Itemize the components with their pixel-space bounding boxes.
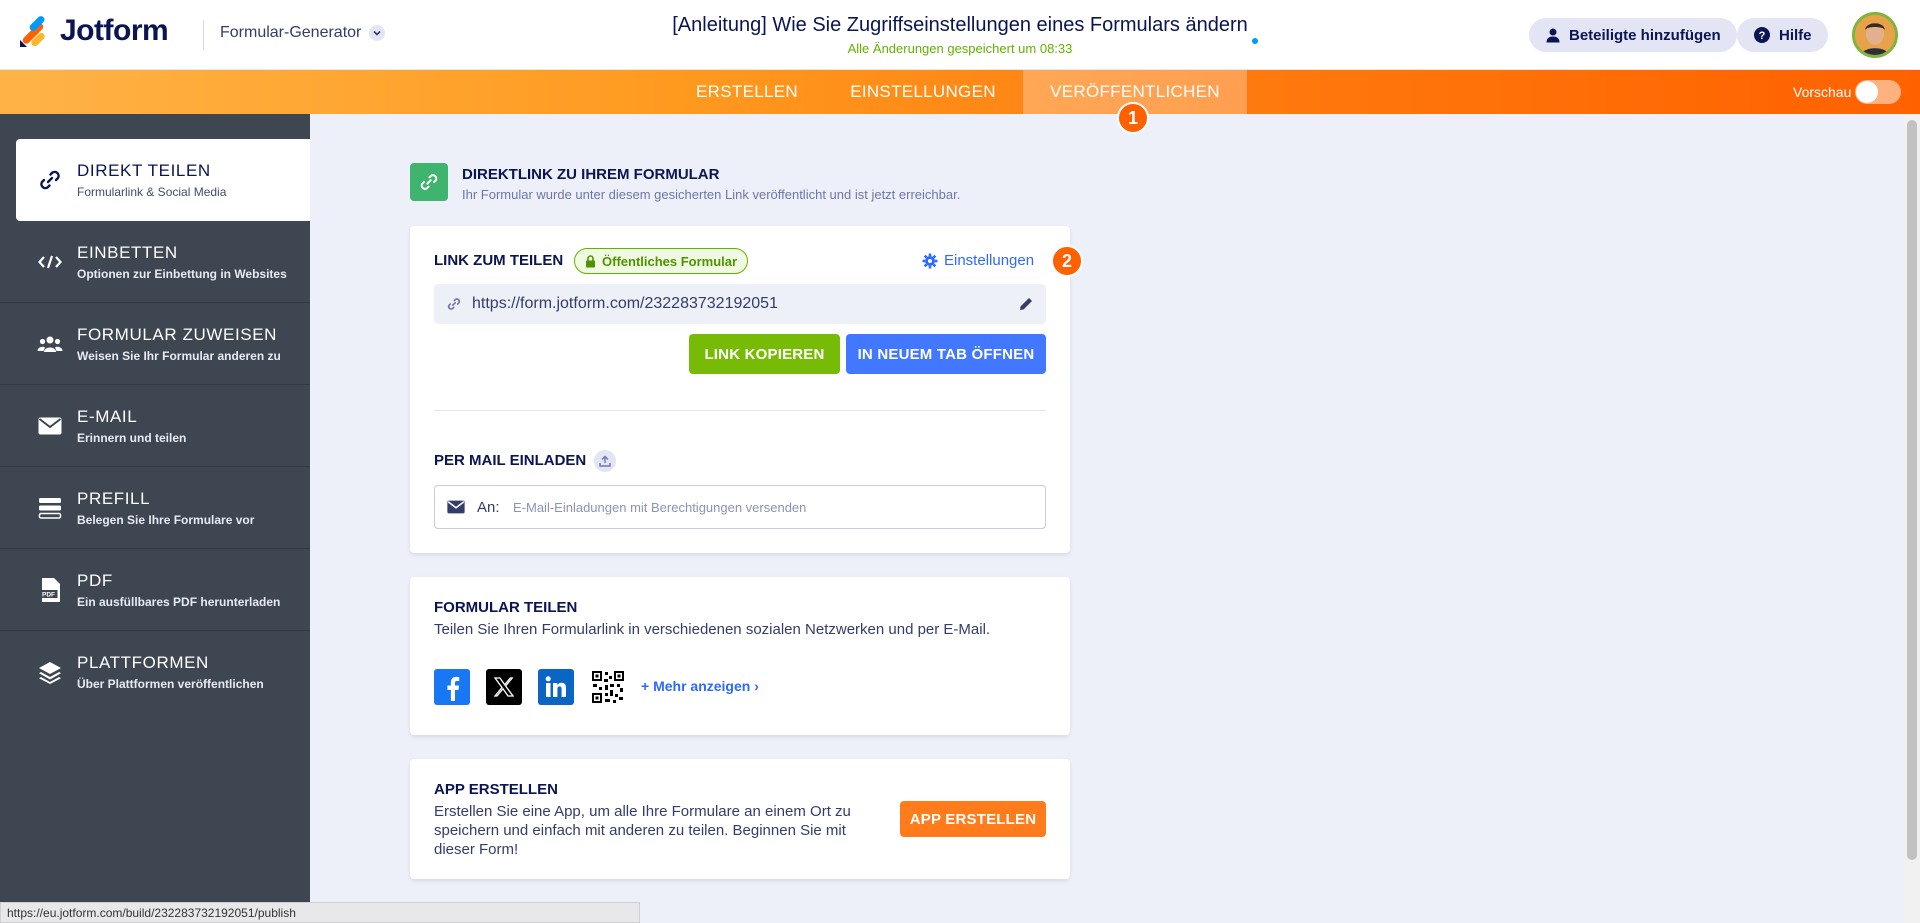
- form-title-area: [Anleitung] Wie Sie Zugriffseinstellunge…: [560, 14, 1360, 56]
- step-badge-2: 2: [1051, 245, 1083, 277]
- share-link-card: LINK ZUM TEILEN Öffentliches Formular Ei…: [410, 226, 1070, 553]
- svg-text:?: ?: [1759, 30, 1766, 42]
- unread-dot: [1252, 38, 1258, 44]
- pdf-icon: PDF: [36, 577, 64, 603]
- mail-to-label: An:: [477, 499, 500, 516]
- sidebar-item-direkt-teilen[interactable]: DIREKT TEILEN Formularlink & Social Medi…: [16, 139, 310, 221]
- link-icon: [36, 167, 64, 193]
- sidebar-item-subtitle: Formularlink & Social Media: [77, 185, 227, 199]
- sidebar-item-title: PDF: [77, 571, 113, 590]
- chevron-down-icon: [369, 25, 386, 41]
- tab-erstellen[interactable]: ERSTELLEN: [677, 70, 817, 114]
- sidebar-item-subtitle: Über Plattformen veröffentlichen: [77, 677, 264, 691]
- envelope-icon: [447, 500, 465, 514]
- save-status: Alle Änderungen gespeichert um 08:33: [847, 41, 1073, 56]
- user-icon: [1546, 28, 1560, 43]
- sidebar-item-title: PREFILL: [77, 489, 151, 508]
- create-app-title: APP ERSTELLEN: [434, 781, 558, 798]
- sidebar-item-pdf[interactable]: PDF PDF Ein ausfüllbares PDF herunterlad…: [0, 549, 310, 631]
- browser-status-url: https://eu.jotform.com/build/23228373219…: [0, 902, 640, 923]
- sidebar-item-subtitle: Erinnern und teilen: [77, 431, 187, 445]
- settings-label: Einstellungen: [944, 252, 1035, 269]
- settings-link[interactable]: Einstellungen: [922, 252, 1034, 269]
- create-app-description: Erstellen Sie eine App, um alle Ihre For…: [434, 803, 851, 858]
- gear-icon: [922, 253, 938, 268]
- lock-icon: [586, 254, 595, 267]
- envelope-icon: [36, 413, 64, 439]
- sidebar-item-prefill[interactable]: PREFILL Belegen Sie Ihre Formulare vor: [0, 467, 310, 549]
- preview-toggle[interactable]: [1855, 80, 1901, 104]
- svg-text:PDF: PDF: [42, 592, 55, 599]
- share-link-title: LINK ZUM TEILEN: [434, 252, 564, 269]
- create-app-card: APP ERSTELLEN Erstellen Sie eine App, um…: [410, 759, 1070, 879]
- mail-invite-placeholder: E-Mail-Einladungen mit Berechtigungen ve…: [513, 500, 807, 515]
- form-url-field[interactable]: https://form.jotform.com/232283732192051: [434, 284, 1046, 324]
- scrollbar-thumb[interactable]: [1907, 120, 1917, 860]
- mail-invite-field[interactable]: An: E-Mail-Einladungen mit Berechtigunge…: [434, 485, 1046, 529]
- form-url-text: https://form.jotform.com/232283732192051: [472, 295, 778, 312]
- form-title[interactable]: [Anleitung] Wie Sie Zugriffseinstellunge…: [560, 14, 1360, 37]
- sidebar-item-einbetten[interactable]: EINBETTEN Optionen zur Einbettung in Web…: [0, 221, 310, 303]
- copy-link-button[interactable]: LINK KOPIEREN: [689, 334, 840, 374]
- sidebar-item-title: EINBETTEN: [77, 243, 178, 262]
- sidebar: DIREKT TEILEN Formularlink & Social Medi…: [0, 114, 310, 923]
- link-icon: [447, 298, 461, 310]
- show-more-link[interactable]: + Mehr anzeigen ›: [641, 678, 759, 694]
- direct-link-subtitle: Ihr Formular wurde unter diesem gesicher…: [462, 187, 961, 202]
- form-generator-dropdown[interactable]: Formular-Generator: [220, 24, 386, 42]
- prefill-icon: [36, 495, 64, 521]
- upload-icon[interactable]: [594, 450, 616, 472]
- share-form-card: FORMULAR TEILEN Teilen Sie Ihren Formula…: [410, 577, 1070, 735]
- form-generator-label: Formular-Generator: [220, 24, 362, 41]
- direct-link-icon: [410, 163, 448, 201]
- sidebar-item-title: E-MAIL: [77, 407, 138, 426]
- sidebar-item-title: DIREKT TEILEN: [77, 161, 211, 180]
- sidebar-item-plattformen[interactable]: PLATTFORMEN Über Plattformen veröffentli…: [0, 631, 310, 713]
- share-form-subtitle: Teilen Sie Ihren Formularlink in verschi…: [434, 621, 991, 638]
- sidebar-item-subtitle: Weisen Sie Ihr Formular anderen zu: [77, 349, 281, 363]
- edit-pencil-icon[interactable]: [1018, 296, 1034, 312]
- qr-code-icon[interactable]: [590, 669, 626, 705]
- preview-label: Vorschau: [1793, 84, 1852, 100]
- tab-einstellungen[interactable]: EINSTELLUNGEN: [834, 70, 1012, 114]
- facebook-icon[interactable]: [434, 669, 470, 705]
- layers-icon: [36, 659, 64, 685]
- sidebar-item-subtitle: Optionen zur Einbettung in Websites: [77, 267, 287, 281]
- add-participants-button[interactable]: Beteiligte hinzufügen: [1529, 18, 1737, 52]
- sidebar-item-title: PLATTFORMEN: [77, 653, 209, 672]
- open-new-tab-button[interactable]: IN NEUEM TAB ÖFFNEN: [846, 334, 1046, 374]
- sidebar-item-e-mail[interactable]: E-MAIL Erinnern und teilen: [0, 385, 310, 467]
- question-icon: ?: [1754, 27, 1770, 43]
- top-header: Jotform Formular-Generator [Anleitung] W…: [0, 0, 1920, 70]
- publish-nav-bar: ERSTELLEN EINSTELLUNGEN VERÖFFENTLICHEN: [0, 70, 1920, 114]
- share-form-title: FORMULAR TEILEN: [434, 599, 578, 616]
- jotform-logo[interactable]: Jotform: [18, 14, 169, 48]
- help-button[interactable]: ? Hilfe: [1737, 18, 1828, 52]
- jotform-logo-icon: [20, 16, 45, 47]
- avatar[interactable]: [1852, 12, 1898, 58]
- sidebar-item-subtitle: Belegen Sie Ihre Formulare vor: [77, 513, 255, 527]
- add-participants-label: Beteiligte hinzufügen: [1569, 26, 1721, 44]
- sidebar-item-subtitle: Ein ausfüllbares PDF herunterladen: [77, 595, 281, 609]
- code-icon: [36, 249, 64, 275]
- create-app-button[interactable]: APP ERSTELLEN: [900, 801, 1046, 837]
- public-form-label: Öffentliches Formular: [602, 253, 738, 269]
- help-label: Hilfe: [1779, 26, 1812, 44]
- sidebar-item-title: FORMULAR ZUWEISEN: [77, 325, 278, 344]
- sidebar-item-formular-zuweisen[interactable]: FORMULAR ZUWEISEN Weisen Sie Ihr Formula…: [0, 303, 310, 385]
- public-form-badge[interactable]: Öffentliches Formular: [574, 248, 749, 274]
- logo-text: Jotform: [60, 14, 169, 47]
- step-badge-1: 1: [1117, 102, 1149, 134]
- mail-invite-title: PER MAIL EINLADEN: [434, 452, 587, 469]
- preview-toggle-knob: [1856, 81, 1878, 103]
- avatar-image: [1855, 15, 1895, 55]
- users-icon: [36, 331, 64, 357]
- header-separator: [203, 20, 204, 50]
- direct-link-title: DIREKTLINK ZU IHREM FORMULAR: [462, 166, 720, 183]
- x-twitter-icon[interactable]: [486, 669, 522, 705]
- linkedin-icon[interactable]: [538, 669, 574, 705]
- card-divider: [434, 410, 1046, 411]
